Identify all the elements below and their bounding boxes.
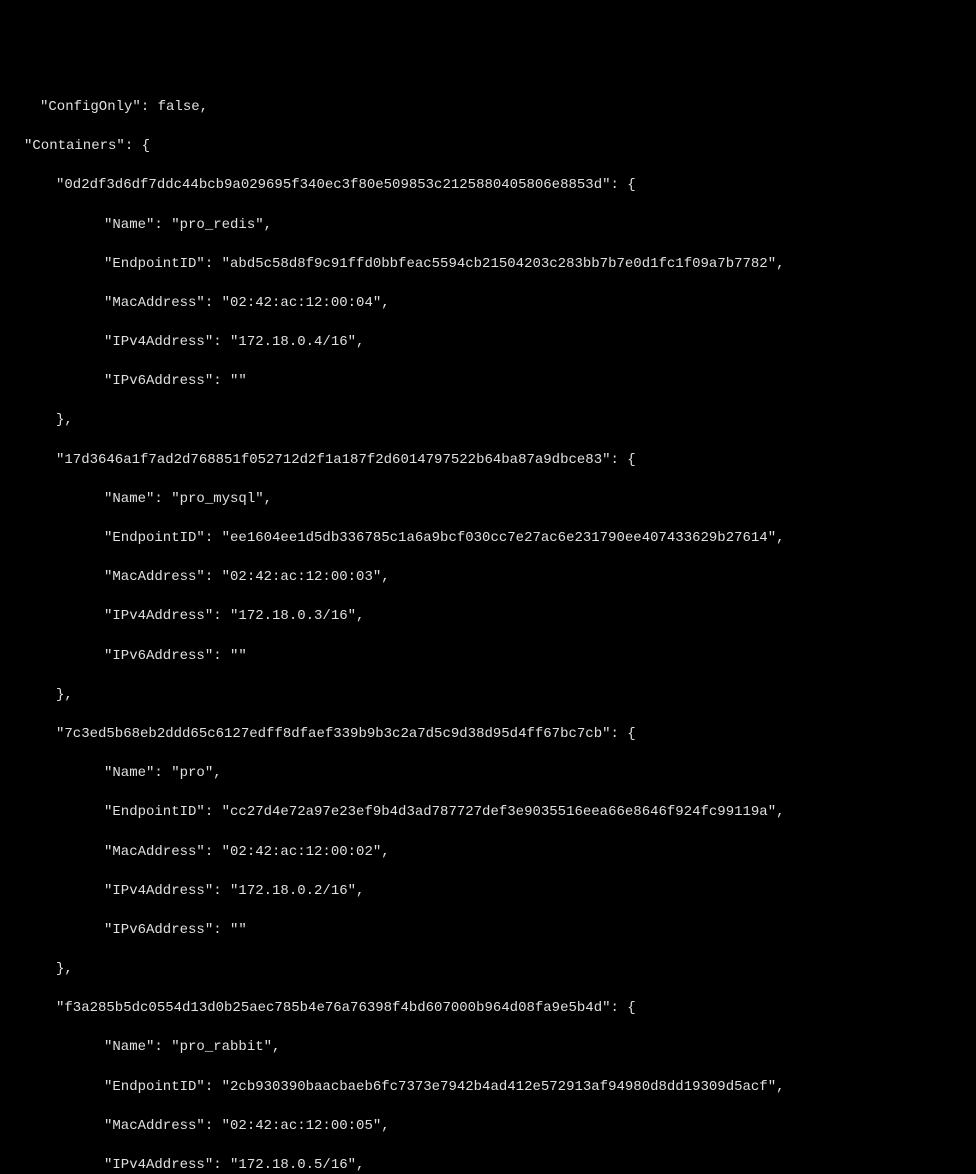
container-hash: "0d2df3d6df7ddc44bcb9a029695f340ec3f80e5…	[8, 176, 968, 196]
container-ipv6: "IPv6Address": ""	[8, 372, 968, 392]
container-endpoint: "EndpointID": "ee1604ee1d5db336785c1a6a9…	[8, 529, 968, 549]
container-hash: "7c3ed5b68eb2ddd65c6127edff8dfaef339b9b3…	[8, 725, 968, 745]
container-hash: "f3a285b5dc0554d13d0b25aec785b4e76a76398…	[8, 999, 968, 1019]
container-close: },	[8, 960, 968, 980]
container-endpoint: "EndpointID": "2cb930390baacbaeb6fc7373e…	[8, 1078, 968, 1098]
container-mac: "MacAddress": "02:42:ac:12:00:03",	[8, 568, 968, 588]
container-mac: "MacAddress": "02:42:ac:12:00:04",	[8, 294, 968, 314]
container-mac: "MacAddress": "02:42:ac:12:00:05",	[8, 1117, 968, 1137]
container-name: "Name": "pro_mysql",	[8, 490, 968, 510]
container-name: "Name": "pro_redis",	[8, 216, 968, 236]
container-name: "Name": "pro_rabbit",	[8, 1038, 968, 1058]
container-endpoint: "EndpointID": "cc27d4e72a97e23ef9b4d3ad7…	[8, 803, 968, 823]
container-ipv6: "IPv6Address": ""	[8, 647, 968, 667]
container-ipv6: "IPv6Address": ""	[8, 921, 968, 941]
container-ipv4: "IPv4Address": "172.18.0.3/16",	[8, 607, 968, 627]
container-mac: "MacAddress": "02:42:ac:12:00:02",	[8, 843, 968, 863]
container-close: },	[8, 686, 968, 706]
container-hash: "17d3646a1f7ad2d768851f052712d2f1a187f2d…	[8, 451, 968, 471]
containers-open: "Containers": {	[8, 137, 968, 157]
container-ipv4: "IPv4Address": "172.18.0.5/16",	[8, 1156, 968, 1174]
terminal-output: "ConfigOnly": false, "Containers": { "0d…	[0, 78, 976, 1174]
container-endpoint: "EndpointID": "abd5c58d8f9c91ffd0bbfeac5…	[8, 255, 968, 275]
container-ipv4: "IPv4Address": "172.18.0.4/16",	[8, 333, 968, 353]
container-name: "Name": "pro",	[8, 764, 968, 784]
container-ipv4: "IPv4Address": "172.18.0.2/16",	[8, 882, 968, 902]
container-close: },	[8, 411, 968, 431]
config-only-line: "ConfigOnly": false,	[8, 98, 968, 118]
